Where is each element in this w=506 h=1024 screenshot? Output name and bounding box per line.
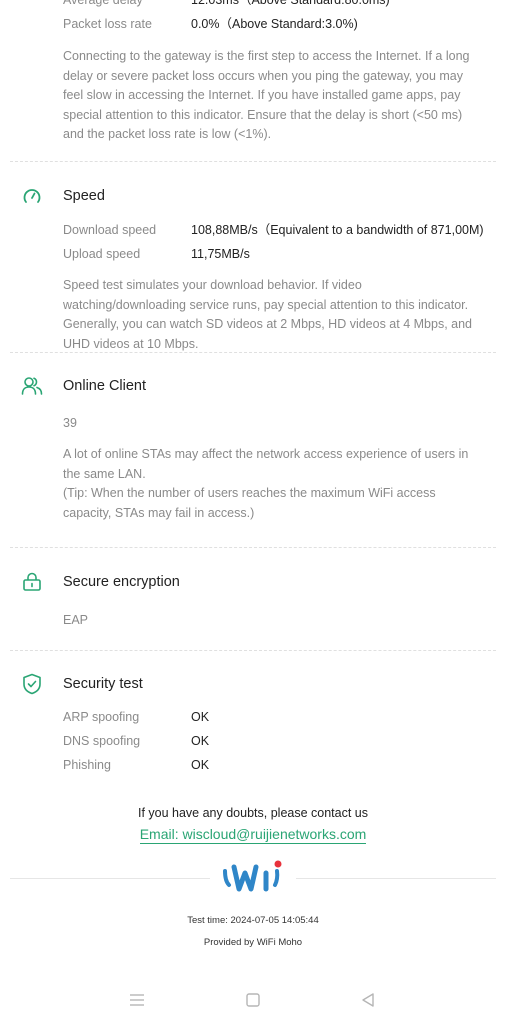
packet-loss-row: Packet loss rate 0.0%（Above Standard:3.0… xyxy=(0,12,506,36)
speed-section: Speed Download speed 108,88MB/s（Equivale… xyxy=(0,184,506,354)
divider xyxy=(10,547,496,548)
upload-speed-row: Upload speed 11,75MB/s xyxy=(0,242,506,266)
average-delay-label: Average delay xyxy=(63,0,143,7)
online-client-title: Online Client xyxy=(63,378,147,394)
upload-speed-value: 11,75MB/s xyxy=(191,247,250,261)
online-client-tip: (Tip: When the number of users reaches t… xyxy=(63,486,436,520)
shield-check-icon xyxy=(21,673,43,695)
contact-text: If you have any doubts, please contact u… xyxy=(137,806,368,820)
online-client-section: Online Client 39 A lot of online STAs ma… xyxy=(0,374,506,523)
average-delay-row: Average delay 12.03ms（Above Standard:80.… xyxy=(0,0,506,12)
security-test-section: Security test ARP spoofing OK DNS spoofi… xyxy=(0,672,506,777)
download-speed-value: 108,88MB/s（Equivalent to a bandwidth of … xyxy=(191,223,484,237)
upload-speed-label: Upload speed xyxy=(63,247,141,261)
test-time: Test time: 2024-07-05 14:05:44 xyxy=(187,915,319,926)
speed-description: Speed test simulates your download behav… xyxy=(63,278,472,351)
footer-divider-left xyxy=(10,878,210,879)
gateway-section: Average delay 12.03ms（Above Standard:80.… xyxy=(0,0,506,145)
secure-encryption-title: Secure encryption xyxy=(63,574,180,590)
users-icon xyxy=(21,375,43,397)
dns-spoofing-label: DNS spoofing xyxy=(63,734,141,748)
encryption-value: EAP xyxy=(63,613,89,627)
arp-spoofing-value: OK xyxy=(191,710,210,724)
email-link[interactable]: Email: wiscloud@ruijienetworks.com xyxy=(139,825,367,844)
speedometer-icon xyxy=(21,185,43,207)
security-test-title: Security test xyxy=(63,676,143,692)
gateway-description: Connecting to the gateway is the first s… xyxy=(63,49,470,141)
lock-icon xyxy=(21,571,43,593)
download-speed-label: Download speed xyxy=(63,223,157,237)
provided-by: Provided by WiFi Moho xyxy=(203,937,303,948)
secure-encryption-section: Secure encryption EAP xyxy=(0,570,506,627)
arp-spoofing-row: ARP spoofing OK xyxy=(0,705,506,729)
footer-divider-right xyxy=(296,878,496,879)
contact-block: If you have any doubts, please contact u… xyxy=(0,806,506,844)
back-icon[interactable] xyxy=(348,984,388,1016)
packet-loss-value: 0.0%（Above Standard:3.0%) xyxy=(191,17,358,31)
dns-spoofing-row: DNS spoofing OK xyxy=(0,729,506,753)
phishing-row: Phishing OK xyxy=(0,753,506,777)
wifi-moho-logo xyxy=(221,857,285,897)
menu-icon[interactable] xyxy=(117,984,157,1016)
speed-title: Speed xyxy=(63,188,105,204)
online-client-description: A lot of online STAs may affect the netw… xyxy=(63,447,469,481)
online-client-count: 39 xyxy=(63,416,77,430)
phishing-value: OK xyxy=(191,758,210,772)
system-nav-bar xyxy=(0,984,506,1016)
home-icon[interactable] xyxy=(233,984,273,1016)
dns-spoofing-value: OK xyxy=(191,734,210,748)
divider xyxy=(10,161,496,162)
divider xyxy=(10,650,496,651)
arp-spoofing-label: ARP spoofing xyxy=(63,710,140,724)
average-delay-value: 12.03ms（Above Standard:80.0ms) xyxy=(191,0,390,7)
download-speed-row: Download speed 108,88MB/s（Equivalent to … xyxy=(0,218,506,242)
packet-loss-label: Packet loss rate xyxy=(63,17,152,31)
phishing-label: Phishing xyxy=(63,758,111,772)
divider xyxy=(10,352,496,353)
